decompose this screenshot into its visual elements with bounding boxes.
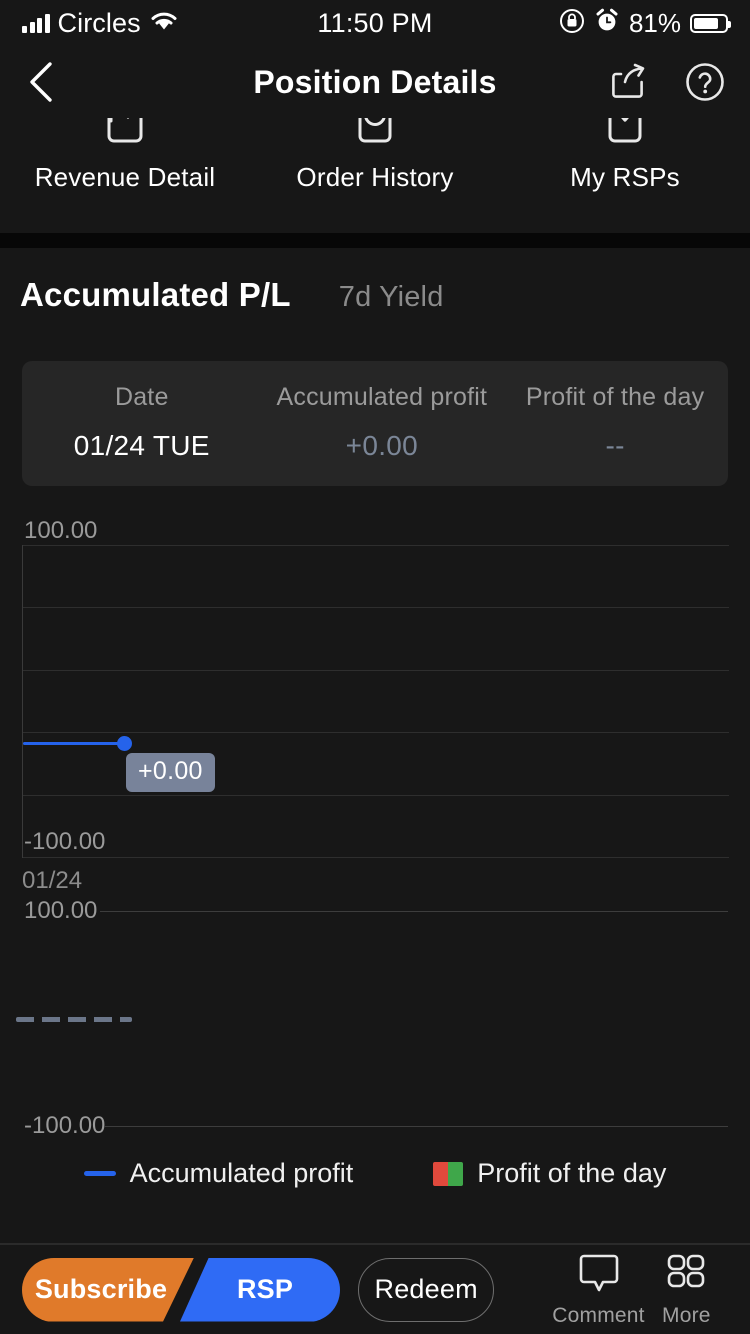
legend-bar-icon — [433, 1161, 464, 1186]
order-history-clock-icon — [346, 118, 404, 152]
quick-action-order-history[interactable]: Order History — [250, 118, 500, 193]
comment-label: Comment — [552, 1304, 645, 1327]
rotation-lock-icon — [559, 8, 585, 39]
detail-value-profit-of-the-day: -- — [605, 430, 625, 461]
gridline — [23, 670, 729, 671]
subscribe-button[interactable]: Subscribe — [22, 1257, 194, 1322]
detail-value-accumulated-profit: +0.00 — [345, 430, 419, 461]
share-icon[interactable] — [608, 61, 650, 103]
zero-baseline-dashed — [16, 1017, 132, 1022]
legend-item-accumulated-profit: Accumulated profit — [83, 1158, 354, 1189]
status-bar: Circles 11:50 PM 81% — [0, 0, 750, 46]
nav-actions — [608, 61, 726, 103]
alarm-icon — [594, 8, 620, 39]
quick-action-revenue-detail[interactable]: Revenue Detail — [0, 118, 250, 193]
gridline — [23, 857, 729, 858]
detail-card-values: 01/24 TUE +0.00 -- — [32, 412, 718, 462]
gridline — [105, 1126, 728, 1127]
tab-7d-yield[interactable]: 7d Yield — [339, 281, 444, 314]
battery-icon — [690, 13, 731, 33]
quick-action-label: Order History — [296, 162, 454, 192]
detail-value-date: 01/24 TUE — [73, 430, 210, 461]
grid-four-icon — [663, 1251, 709, 1300]
detail-header-accumulated-profit: Accumulated profit — [276, 383, 488, 411]
chart1-plot-area[interactable]: +0.00 — [22, 545, 729, 858]
profit-of-day-chart[interactable]: 100.00 -100.00 — [0, 895, 750, 1150]
pl-section: Accumulated P/L 7d Yield Date Accumulate… — [0, 248, 750, 486]
detail-header-profit-of-the-day: Profit of the day — [525, 383, 705, 411]
chart2-y-max-label: 100.00 — [24, 897, 98, 924]
data-point-tooltip: +0.00 — [126, 753, 215, 792]
gridline — [23, 607, 729, 608]
rsp-button[interactable]: RSP — [180, 1257, 340, 1322]
detail-header-date: Date — [114, 383, 169, 411]
chart1-y-max-label: 100.00 — [24, 517, 98, 544]
more-button[interactable]: More — [645, 1251, 728, 1328]
legend-label: Accumulated profit — [129, 1158, 354, 1188]
chart1-x-tick-label: 01/24 — [22, 867, 83, 894]
chart-tabs: Accumulated P/L 7d Yield — [0, 248, 750, 314]
battery-percent-label: 81% — [628, 7, 681, 38]
my-rsps-check-icon — [596, 118, 654, 152]
tab-accumulated-pl[interactable]: Accumulated P/L — [20, 276, 291, 314]
gridline — [23, 545, 729, 546]
comment-button[interactable]: Comment — [552, 1251, 645, 1328]
legend-label: Profit of the day — [477, 1158, 667, 1188]
detail-tooltip-card: Date Accumulated profit Profit of the da… — [22, 361, 728, 486]
gridline — [23, 732, 729, 733]
quick-action-label: My RSPs — [570, 162, 680, 192]
speech-bubble-icon — [576, 1251, 622, 1300]
section-divider — [0, 233, 750, 248]
position-details-screen: Circles 11:50 PM 81% Position Details Re… — [0, 0, 750, 1334]
redeem-button[interactable]: Redeem — [358, 1257, 495, 1322]
legend-line-icon — [83, 1171, 116, 1176]
detail-card-headers: Date Accumulated profit Profit of the da… — [32, 383, 718, 412]
quick-action-my-rsps[interactable]: My RSPs — [500, 118, 750, 193]
nav-bar: Position Details — [0, 46, 750, 118]
revenue-detail-icon — [96, 118, 154, 152]
quick-actions-bar: Revenue Detail Order History My RSPs — [0, 118, 750, 233]
gridline — [100, 911, 728, 912]
chart2-y-min-label: -100.00 — [24, 1112, 106, 1139]
legend-item-profit-of-the-day: Profit of the day — [433, 1158, 666, 1189]
status-bar-right: 81% — [559, 7, 731, 39]
quick-action-label: Revenue Detail — [34, 162, 216, 192]
accumulated-profit-line — [23, 742, 123, 745]
subscribe-rsp-combo: Subscribe RSP — [22, 1257, 340, 1322]
accumulated-profit-chart[interactable]: 100.00 -100.00 +0.00 01/24 — [0, 505, 750, 895]
data-point-marker[interactable] — [117, 736, 132, 751]
gridline — [23, 795, 729, 796]
chart-legend: Accumulated profit Profit of the day — [0, 1158, 750, 1189]
more-label: More — [662, 1304, 711, 1327]
bottom-action-bar: Subscribe RSP Redeem Comment More — [0, 1245, 750, 1334]
help-circle-icon[interactable] — [684, 61, 726, 103]
